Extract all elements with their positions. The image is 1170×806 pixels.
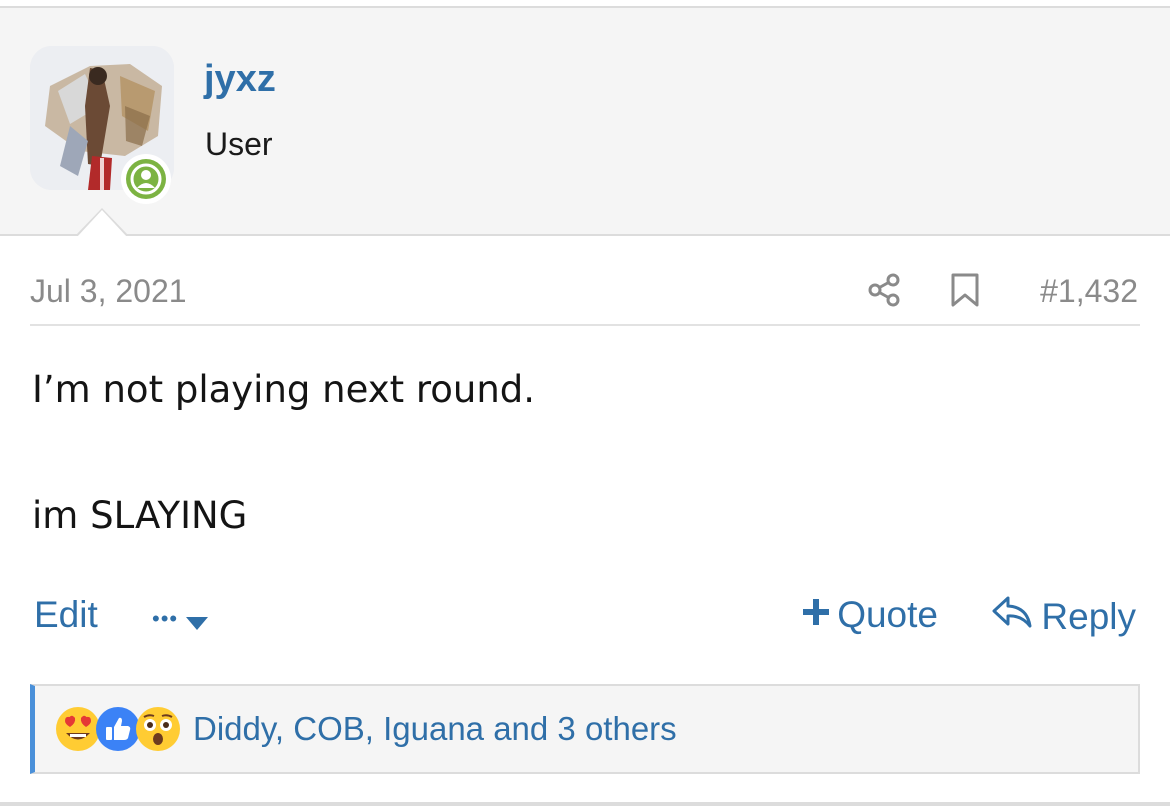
user-online-icon xyxy=(126,159,166,199)
post-user-header: jyxz User xyxy=(0,8,1170,236)
online-status-badge xyxy=(121,154,171,204)
more-dots-icon: ••• xyxy=(152,606,179,631)
chevron-down-icon xyxy=(186,598,209,640)
quote-button[interactable]: Quote xyxy=(801,594,938,636)
post-meta-bar: Jul 3, 2021 #1,432 xyxy=(30,258,1140,326)
reaction-summary-link[interactable]: Diddy, COB, Iguana and 3 others xyxy=(193,710,677,748)
username-link[interactable]: jyxz xyxy=(204,58,276,101)
header-pointer xyxy=(75,208,129,237)
reactions-bar[interactable]: Diddy, COB, Iguana and 3 others xyxy=(30,684,1140,774)
quote-label: Quote xyxy=(837,594,938,635)
top-divider xyxy=(0,0,1170,8)
user-title: User xyxy=(205,126,273,162)
post-date-link[interactable]: Jul 3, 2021 xyxy=(30,273,187,310)
bottom-divider xyxy=(0,802,1170,806)
astonished-icon[interactable] xyxy=(135,706,181,752)
bookmark-icon[interactable] xyxy=(948,272,982,308)
post-actions-bar: Edit ••• Quote Reply xyxy=(32,594,1138,642)
share-icon[interactable] xyxy=(866,272,902,308)
post-number-link[interactable]: #1,432 xyxy=(1040,273,1138,310)
edit-label: Edit xyxy=(34,594,98,635)
plus-icon xyxy=(801,594,831,636)
reply-label: Reply xyxy=(1041,595,1136,637)
post-body-line: I’m not playing next round. xyxy=(32,368,536,411)
edit-button[interactable]: Edit xyxy=(34,594,98,636)
reply-arrow-icon xyxy=(991,594,1033,639)
reply-button[interactable]: Reply xyxy=(991,594,1136,639)
reaction-emoji-stack[interactable] xyxy=(55,706,180,752)
post-body: I’m not playing next round. im SLAYING xyxy=(32,364,535,542)
post-body-line: im SLAYING xyxy=(32,494,248,537)
more-options-button[interactable]: ••• xyxy=(152,598,209,640)
